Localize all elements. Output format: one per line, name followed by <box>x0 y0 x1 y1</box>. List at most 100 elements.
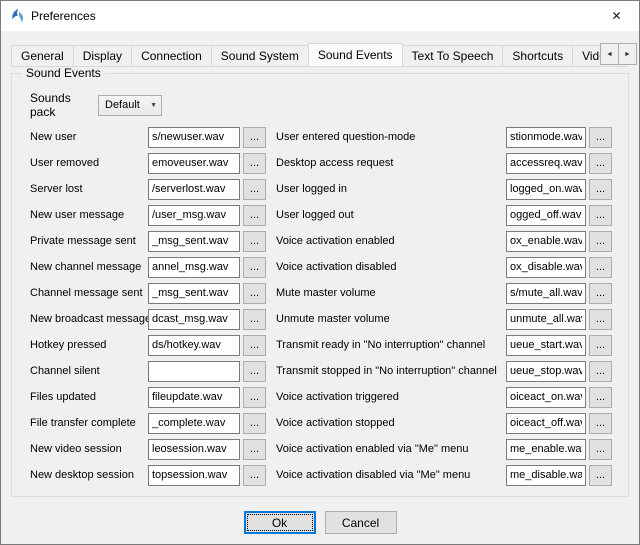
sound-event-row: New video session...Voice activation ena… <box>30 436 622 462</box>
sound-file-input[interactable] <box>506 361 586 382</box>
browse-button[interactable]: ... <box>589 283 612 304</box>
sound-file-input[interactable] <box>506 283 586 304</box>
close-button[interactable]: ✕ <box>594 1 639 31</box>
sound-event-row: New broadcast message...Unmute master vo… <box>30 306 622 332</box>
sound-event-row: Private message sent... Voice activation … <box>30 228 622 254</box>
sound-file-input[interactable] <box>506 413 586 434</box>
sound-file-input[interactable] <box>148 153 240 174</box>
tab-general[interactable]: General <box>11 45 74 66</box>
browse-button[interactable]: ... <box>243 205 266 226</box>
tab-list: GeneralDisplayConnectionSound SystemSoun… <box>11 43 629 66</box>
tab-scroll-left-button[interactable]: ◄ <box>600 43 619 65</box>
sounds-pack-select[interactable]: Default ▼ <box>98 95 162 116</box>
sound-file-input[interactable] <box>506 465 586 486</box>
sound-event-label: Files updated <box>30 391 148 403</box>
sound-event-label: Voice activation stopped <box>276 417 506 429</box>
browse-button[interactable]: ... <box>243 361 266 382</box>
sound-event-label: Voice activation triggered <box>276 391 506 403</box>
sound-event-label: Server lost <box>30 183 148 195</box>
sound-file-input[interactable] <box>148 387 240 408</box>
sound-file-input[interactable] <box>506 205 586 226</box>
tab-display[interactable]: Display <box>73 45 132 66</box>
browse-button[interactable]: ... <box>243 127 266 148</box>
sound-file-input[interactable] <box>506 257 586 278</box>
sound-file-input[interactable] <box>148 361 240 382</box>
sound-event-label: File transfer complete <box>30 417 148 429</box>
sound-event-label: Transmit stopped in "No interruption" ch… <box>276 365 506 377</box>
preferences-window: Preferences ✕ GeneralDisplayConnectionSo… <box>0 0 640 545</box>
sound-file-input[interactable] <box>506 153 586 174</box>
sound-event-label: Channel silent <box>30 365 148 377</box>
browse-button[interactable]: ... <box>243 413 266 434</box>
sound-file-input[interactable] <box>148 205 240 226</box>
browse-button[interactable]: ... <box>589 153 612 174</box>
browse-button[interactable]: ... <box>589 205 612 226</box>
tab-sound-system[interactable]: Sound System <box>211 45 309 66</box>
browse-button[interactable]: ... <box>589 127 612 148</box>
tab-text-to-speech[interactable]: Text To Speech <box>402 45 504 66</box>
tab-pane-border <box>11 66 629 67</box>
browse-button[interactable]: ... <box>243 439 266 460</box>
sound-event-row: Files updated... Voice activation trigger… <box>30 384 622 410</box>
browse-button[interactable]: ... <box>589 179 612 200</box>
browse-button[interactable]: ... <box>243 309 266 330</box>
sound-file-input[interactable] <box>148 413 240 434</box>
cancel-button[interactable]: Cancel <box>325 511 397 534</box>
sounds-pack-label: Sounds pack <box>30 91 98 119</box>
sound-file-input[interactable] <box>506 387 586 408</box>
sound-file-input[interactable] <box>148 465 240 486</box>
browse-button[interactable]: ... <box>589 413 612 434</box>
sound-event-label: Hotkey pressed <box>30 339 148 351</box>
sound-event-label: Private message sent <box>30 235 148 247</box>
browse-button[interactable]: ... <box>589 465 612 486</box>
sound-file-input[interactable] <box>506 335 586 356</box>
browse-button[interactable]: ... <box>589 387 612 408</box>
sound-file-input[interactable] <box>148 309 240 330</box>
browse-button[interactable]: ... <box>243 179 266 200</box>
sound-event-row: User removed...Desktop access request... <box>30 150 622 176</box>
sound-event-label: New desktop session <box>30 469 148 481</box>
browse-button[interactable]: ... <box>243 335 266 356</box>
browse-button[interactable]: ... <box>243 231 266 252</box>
browse-button[interactable]: ... <box>243 283 266 304</box>
sound-event-label: Voice activation enabled <box>276 235 506 247</box>
sound-file-input[interactable] <box>148 257 240 278</box>
tab-connection[interactable]: Connection <box>131 45 212 66</box>
footer: Ok Cancel <box>1 511 639 534</box>
groupbox-title: Sound Events <box>22 66 105 80</box>
sound-event-label: User entered question-mode <box>276 131 506 143</box>
sound-file-input[interactable] <box>148 127 240 148</box>
browse-button[interactable]: ... <box>589 231 612 252</box>
sound-file-input[interactable] <box>148 335 240 356</box>
sound-file-input[interactable] <box>506 309 586 330</box>
browse-button[interactable]: ... <box>589 361 612 382</box>
window-title: Preferences <box>31 9 594 23</box>
browse-button[interactable]: ... <box>243 153 266 174</box>
browse-button[interactable]: ... <box>243 257 266 278</box>
browse-button[interactable]: ... <box>589 257 612 278</box>
sound-file-input[interactable] <box>506 127 586 148</box>
sound-event-label: User logged out <box>276 209 506 221</box>
browse-button[interactable]: ... <box>243 387 266 408</box>
sound-file-input[interactable] <box>148 231 240 252</box>
sound-event-row: New desktop session...Voice activation d… <box>30 462 622 488</box>
sound-event-row: Hotkey pressed...Transmit ready in "No i… <box>30 332 622 358</box>
browse-button[interactable]: ... <box>589 335 612 356</box>
sound-file-input[interactable] <box>148 283 240 304</box>
sound-file-input[interactable] <box>148 439 240 460</box>
sound-event-row: New user message...User logged out... <box>30 202 622 228</box>
sound-event-label: User logged in <box>276 183 506 195</box>
tab-sound-events[interactable]: Sound Events <box>308 43 403 66</box>
sound-file-input[interactable] <box>506 179 586 200</box>
tab-scroll-right-button[interactable]: ► <box>618 43 637 65</box>
sound-file-input[interactable] <box>506 439 586 460</box>
tab-shortcuts[interactable]: Shortcuts <box>502 45 573 66</box>
sound-event-label: Voice activation disabled <box>276 261 506 273</box>
browse-button[interactable]: ... <box>589 309 612 330</box>
sound-file-input[interactable] <box>148 179 240 200</box>
browse-button[interactable]: ... <box>243 465 266 486</box>
ok-button[interactable]: Ok <box>244 511 316 534</box>
sound-file-input[interactable] <box>506 231 586 252</box>
sound-event-label: New user <box>30 131 148 143</box>
browse-button[interactable]: ... <box>589 439 612 460</box>
